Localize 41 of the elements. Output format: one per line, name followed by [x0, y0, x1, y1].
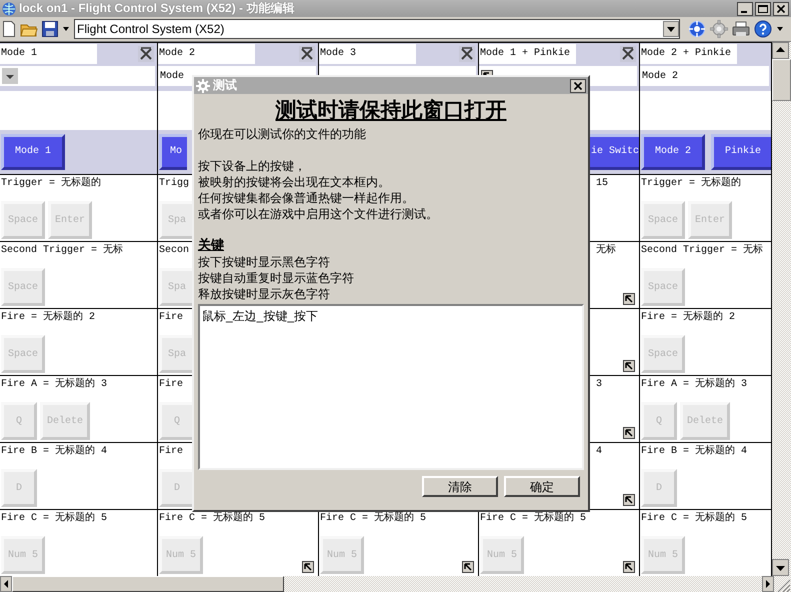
row-label: Fire [159, 378, 184, 392]
row-label: Trigger = 无标题的 [641, 177, 742, 192]
instruction-text: 被映射的按键将会出现在文本框内。 [198, 174, 391, 190]
row-label: Second Trigger = 无标 [1, 244, 124, 258]
row-label: Trigger = 无标题的 [1, 177, 102, 192]
dialog-heading: 测试时请保持此窗口打开 [274, 97, 508, 124]
instruction-text: 按下设备上的按键， [198, 158, 307, 174]
row-label: Fire B = 无标题的 4 [641, 445, 748, 460]
row-label: Second Trigger = 无标 [641, 244, 764, 258]
row-label: Fire C = 无标题的 5 [480, 512, 586, 526]
mode-name: Mode 1 [0, 44, 97, 64]
mode-name: Mode 2 + Pinkie [640, 44, 737, 64]
row-label: Fire C = 无标题的 5 [320, 512, 426, 526]
row-label: Fire = 无标题的 2 [641, 311, 736, 326]
row-label: 4 [596, 445, 602, 460]
row-label: 3 [596, 378, 602, 392]
row-label: Fire C = 无标题的 5 [641, 512, 748, 526]
row-label: Trigg [159, 177, 190, 192]
row-label: Fire C = 无标题的 5 [159, 512, 266, 526]
window-title: lock on1 - Flight Control System (X52) - 功能编辑 [19, 0, 296, 17]
legend-text: 按键自动重复时显示蓝色字符 [198, 270, 355, 286]
mode-name: Mode 2 [158, 44, 255, 64]
mode-name: Mode 1 + Pinkie [479, 44, 576, 64]
row-label: Fire B = 无标题的 4 [1, 445, 108, 460]
row-label: Fire = 无标题的 2 [1, 311, 96, 326]
row-label: Fire A = 无标题的 3 [641, 378, 748, 392]
mode-name: Mode 3 [319, 44, 416, 64]
row-label: Fire [159, 445, 184, 460]
legend-text: 释放按键时显示灰色字符 [198, 286, 331, 302]
row-label: Fire A = 无标题的 3 [1, 378, 108, 392]
instruction-text: 任何按键集都会像普通热键一样起作用。 [198, 190, 415, 206]
instruction-text: 你现在可以测试你的文件的功能 [198, 126, 367, 142]
dialog-title: 测试 [213, 77, 238, 94]
row-label: Secon [159, 244, 190, 258]
row-label: Fire C = 无标题的 5 [1, 512, 108, 526]
legend-text: 按下按键时显示黑色字符 [198, 254, 331, 270]
row-label: 15 [596, 177, 608, 192]
row-label: 无标 [596, 244, 616, 258]
legend-title: 关键 [198, 236, 225, 254]
row-label: Fire [159, 311, 184, 326]
instruction-text: 或者你可以在游戏中启用这个文件进行测试。 [198, 206, 439, 222]
